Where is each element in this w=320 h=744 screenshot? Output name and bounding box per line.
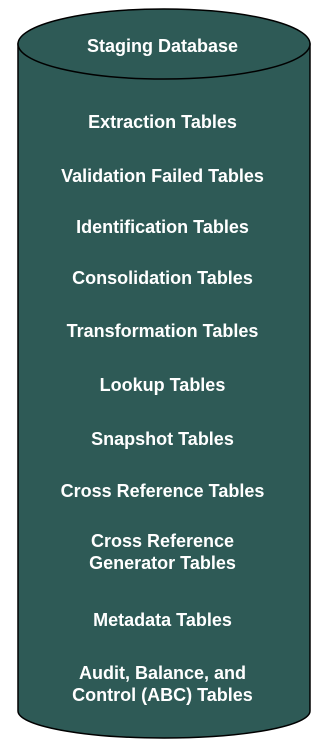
table-audit-balance-control: Audit, Balance, and Control (ABC) Tables [72,663,253,705]
table-validation-failed: Validation Failed Tables [61,166,264,186]
table-transformation: Transformation Tables [66,321,259,341]
database-title: Staging Database [86,36,239,56]
table-snapshot: Snapshot Tables [91,429,234,449]
table-metadata: Metadata Tables [93,610,232,630]
table-cross-reference: Cross Reference Tables [60,481,265,501]
table-lookup: Lookup Tables [99,375,226,395]
staging-database-diagram: Staging Database Extraction Tables Valid… [0,0,315,744]
table-identification: Identification Tables [76,217,249,237]
table-cross-reference-generator: Cross Reference Generator Tables [89,531,236,573]
table-consolidation: Consolidation Tables [72,268,253,288]
table-extraction: Extraction Tables [88,112,237,132]
